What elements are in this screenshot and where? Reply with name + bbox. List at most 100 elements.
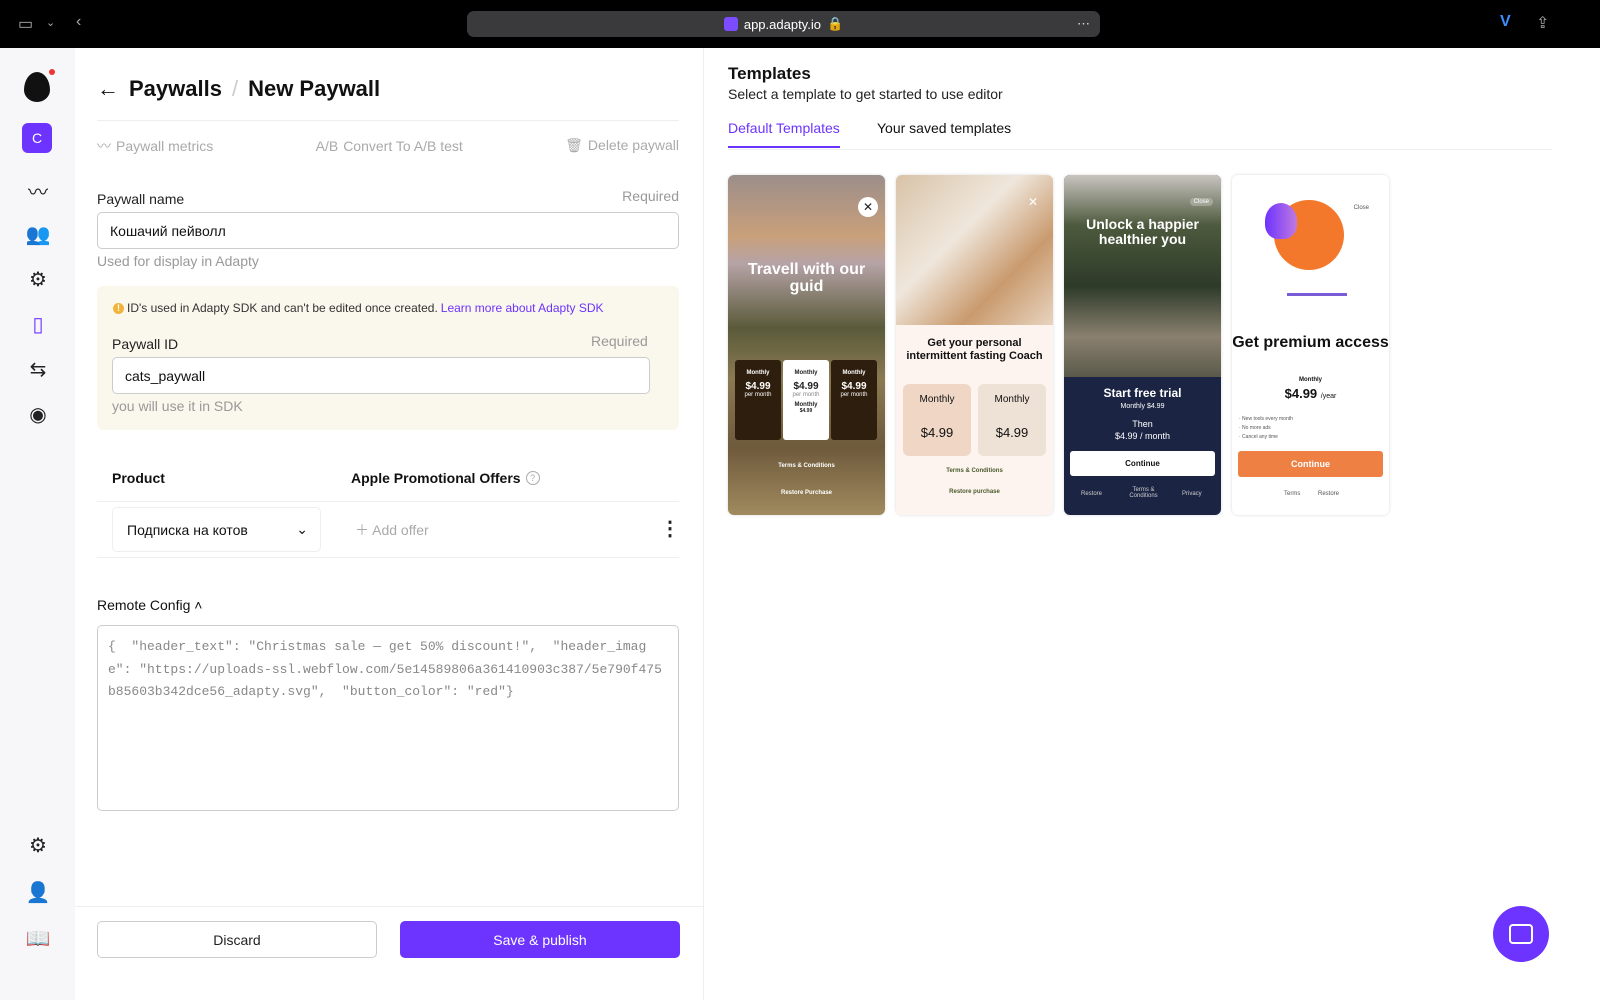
- close-button: Close: [1189, 198, 1213, 206]
- delete-paywall-button[interactable]: 🗑 Delete paywall: [565, 137, 679, 154]
- templates-subtitle: Select a template to get started to use …: [728, 86, 1003, 102]
- adapty-logo[interactable]: [24, 72, 50, 102]
- paywall-id-section: ! ID's used in Adapty SDK and can't be e…: [97, 286, 679, 430]
- paywall-name-input[interactable]: Кошачий пейволл: [97, 212, 679, 249]
- delete-paywall-label: Delete paywall: [587, 137, 679, 153]
- plan-price: $4.99: [793, 381, 819, 392]
- more-options-icon[interactable]: ⋮: [660, 516, 680, 541]
- breadcrumb-separator: /: [231, 76, 239, 101]
- template-card-premium[interactable]: Close Get premium access Monthly $4.99 /…: [1232, 175, 1389, 515]
- feature-item: · Cancel any time: [1239, 434, 1278, 440]
- notification-dot: [49, 69, 55, 75]
- chevron-down-icon: ⌄: [296, 521, 308, 537]
- restore-link: Restore Purchase: [780, 490, 833, 496]
- learn-more-link[interactable]: Learn more about Adapty SDK: [441, 301, 604, 315]
- plan-period: per month: [792, 392, 820, 398]
- discard-button[interactable]: Discard: [97, 921, 377, 958]
- chevron-up-icon: ˄: [194, 597, 203, 613]
- restore-link: Restore: [1081, 491, 1103, 497]
- workspace-avatar[interactable]: C: [22, 123, 52, 153]
- convert-ab-label: Convert To A/B test: [343, 137, 463, 154]
- template-headline: Get your personal intermittent fasting C…: [906, 337, 1043, 362]
- remote-config-toggle[interactable]: Remote Config ˄: [97, 597, 202, 613]
- users-icon[interactable]: 👥: [22, 218, 54, 250]
- breadcrumb-paywalls[interactable]: Paywalls: [129, 76, 222, 102]
- close-button: Close: [1353, 205, 1369, 211]
- divider: [97, 557, 679, 558]
- template-headline: Unlock a happier healthier you: [1086, 216, 1199, 247]
- docs-icon[interactable]: 📖: [22, 922, 54, 954]
- cta-title: Start free trial: [1103, 386, 1182, 400]
- id-warning: ! ID's used in Adapty SDK and can't be e…: [113, 301, 604, 315]
- chevron-down-icon[interactable]: ⌄: [46, 16, 55, 29]
- illustration-balloon: [1265, 203, 1297, 239]
- remote-config-textarea[interactable]: { "header_text": "Christmas sale — get 5…: [97, 625, 679, 811]
- privacy-link: Privacy: [1182, 491, 1202, 497]
- settings-icon[interactable]: ⚙: [22, 829, 54, 861]
- tab-default-templates[interactable]: Default Templates: [728, 120, 840, 148]
- paywall-actions: 〰 Paywall metrics A/B Convert To A/B test …: [97, 120, 679, 160]
- product-select[interactable]: Подписка на котов ⌄: [112, 507, 321, 552]
- save-publish-button[interactable]: Save & publish: [400, 921, 680, 958]
- plan-price: $4.99: [995, 425, 1029, 440]
- paywall-id-input[interactable]: cats_paywall: [112, 357, 650, 394]
- share-icon[interactable]: ⇪: [1536, 13, 1549, 33]
- lock-icon: 🔒: [826, 16, 844, 31]
- id-warning-text: ID's used in Adapty SDK and can't be edi…: [127, 301, 438, 315]
- continue-button: Continue: [1238, 451, 1383, 477]
- paywall-id-required: Required: [591, 333, 648, 349]
- sidebar-toggle-icon[interactable]: ▭: [18, 14, 33, 34]
- paywalls-icon[interactable]: ▯: [22, 308, 54, 340]
- plan-text: Monthly $4.99: [1120, 403, 1165, 410]
- more-icon[interactable]: ⋯: [1077, 16, 1090, 32]
- paywall-id-label: Paywall ID: [112, 336, 179, 352]
- address-bar[interactable]: app.adapty.io 🔒 ⋯: [467, 11, 1100, 37]
- paywall-name-required: Required: [622, 188, 679, 204]
- close-icon: ✕: [858, 197, 878, 217]
- plan-label: Monthly: [994, 394, 1030, 405]
- restore-link: Restore: [1318, 491, 1340, 497]
- template-headline: Travell with our guid: [747, 261, 866, 295]
- page-title: ← Paywalls / New Paywall: [97, 76, 380, 102]
- account-icon[interactable]: 👤: [22, 876, 54, 908]
- back-icon[interactable]: ‹: [76, 13, 81, 31]
- browser-toolbar: ▭ ⌄ ‹ app.adapty.io 🔒 ⋯ V ⇪: [0, 0, 1600, 48]
- plan-label: Monthly: [1299, 377, 1322, 383]
- template-card-travel[interactable]: ✕ Travell with our guid Monthly $4.99 per …: [728, 175, 885, 515]
- convert-ab-button[interactable]: A/B Convert To A/B test: [316, 138, 463, 154]
- plan-label: Monthly: [794, 370, 818, 376]
- plan-period: /year: [1320, 393, 1337, 400]
- terms-link: Terms: [1284, 491, 1301, 497]
- ab-tests-icon[interactable]: ⇆: [22, 353, 54, 385]
- product-select-value: Подписка на котов: [127, 521, 248, 538]
- template-card-fasting[interactable]: ✕ Get your personal intermittent fasting…: [896, 175, 1053, 515]
- template-headline: Get premium access: [1232, 334, 1389, 351]
- back-arrow-icon[interactable]: ←: [97, 76, 119, 102]
- add-offer-button[interactable]: ＋ Add offer: [355, 520, 429, 540]
- paywall-id-hint: you will use it in SDK: [112, 398, 243, 414]
- analytics-icon[interactable]: 〰: [22, 174, 54, 206]
- plan-extra-price: $4.99: [799, 408, 813, 414]
- feature-list: · New tools every month · No more ads · …: [1239, 415, 1293, 442]
- paywall-metrics-button[interactable]: 〰 Paywall metrics: [97, 136, 213, 156]
- chat-support-button[interactable]: [1493, 906, 1549, 962]
- paywall-name-label: Paywall name: [97, 191, 185, 207]
- url-text: app.adapty.io: [743, 16, 821, 32]
- promo-icon[interactable]: ⚙: [22, 263, 54, 295]
- plan-option: Monthly $4.99: [903, 384, 971, 456]
- terms-link: Terms & Conditions: [946, 468, 1003, 474]
- paywall-metrics-label: Paywall metrics: [116, 137, 214, 154]
- plan-label: Monthly: [746, 370, 770, 376]
- extension-icon[interactable]: V: [1500, 13, 1511, 31]
- plan-option: Monthly $4.99: [978, 384, 1046, 456]
- trash-icon: 🗑: [565, 137, 583, 153]
- offers-header: Apple Promotional Offers?: [351, 470, 540, 486]
- integrations-icon[interactable]: ◉: [22, 398, 54, 430]
- plan-price: $4.99: [745, 381, 771, 392]
- tab-saved-templates[interactable]: Your saved templates: [877, 120, 1011, 146]
- help-icon[interactable]: ?: [525, 471, 540, 485]
- offers-header-label: Apple Promotional Offers: [351, 470, 521, 486]
- template-card-unlock[interactable]: Close Unlock a happier healthier you Sta…: [1064, 175, 1221, 515]
- then-text: Then: [1132, 419, 1153, 429]
- feature-item: · No more ads: [1239, 425, 1271, 431]
